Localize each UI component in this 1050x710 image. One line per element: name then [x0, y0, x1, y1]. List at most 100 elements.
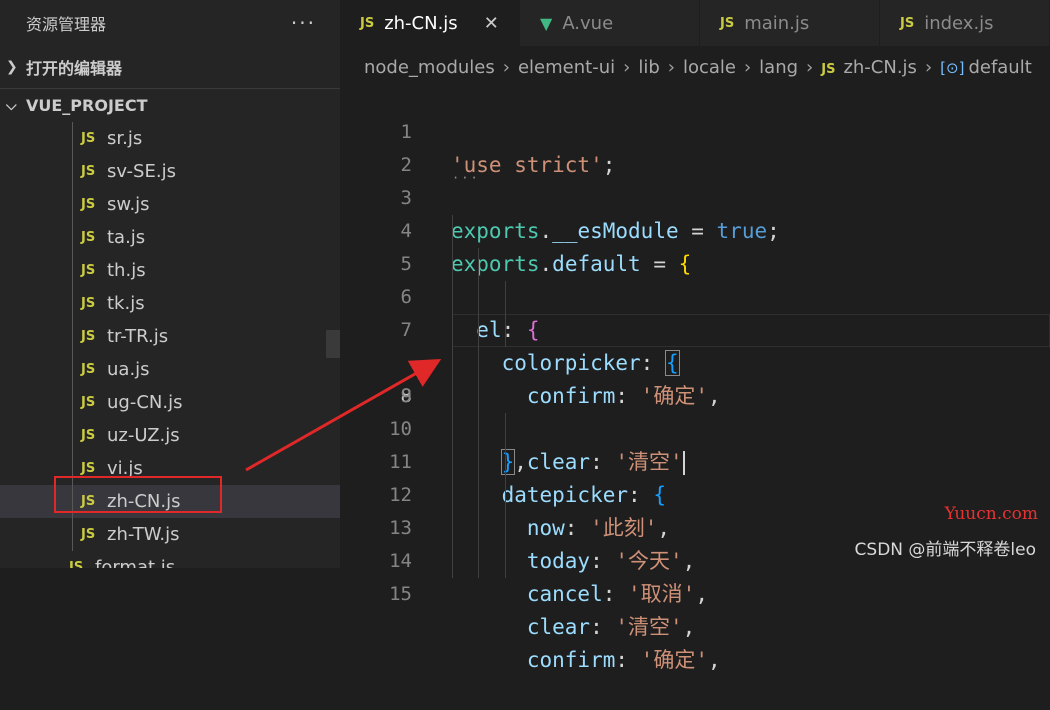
- code-line: 8 clear: '清空': [340, 314, 1050, 475]
- file-name: zh-CN.js: [107, 491, 181, 512]
- breadcrumb-item[interactable]: locale: [683, 57, 736, 78]
- indent-guide: [72, 485, 73, 518]
- tab-label: A.vue: [562, 12, 614, 34]
- sidebar-scrollbar[interactable]: [326, 330, 340, 358]
- explorer-title: 资源管理器: [26, 15, 107, 34]
- indent-guide: [72, 287, 73, 320]
- file-name: tk.js: [107, 293, 145, 314]
- file-tree: JS sr.js JS sv-SE.js JS sw.js JS ta.js JS th.js JS…: [0, 122, 340, 568]
- chevron-right-icon: ›: [806, 56, 814, 78]
- hint-dots: ···: [452, 171, 480, 185]
- breadcrumb-item[interactable]: JS zh-CN.js: [821, 57, 917, 78]
- file-name: ta.js: [107, 227, 146, 248]
- breadcrumb: node_modules › element-ui › lib › locale › lang ›…: [340, 46, 1050, 88]
- js-file-icon: JS: [81, 494, 96, 509]
- file-item[interactable]: JS sw.js: [0, 188, 340, 221]
- vue-file-icon: ▼: [540, 13, 553, 33]
- chevron-down-icon: ⌵: [6, 97, 17, 114]
- breadcrumb-label: lib: [638, 56, 660, 78]
- chevron-right-icon: ›: [924, 56, 933, 78]
- js-file-icon: JS: [81, 296, 96, 311]
- tab-zh-cn-js[interactable]: JS zh-CN.js ✕: [340, 0, 520, 46]
- file-name: sw.js: [107, 194, 150, 215]
- close-icon[interactable]: ✕: [484, 13, 499, 34]
- watermark-author: CSDN @前端不释卷leo: [854, 540, 1036, 560]
- file-name: ua.js: [107, 359, 150, 380]
- chevron-right-icon: ›: [502, 56, 510, 78]
- open-editors-section[interactable]: ❯ 打开的编辑器: [0, 46, 340, 88]
- indent-guide: [72, 353, 73, 386]
- indent-guide: [72, 122, 73, 155]
- file-name: ug-CN.js: [107, 392, 183, 413]
- file-name: sr.js: [107, 128, 143, 149]
- ellipsis-icon[interactable]: ···: [291, 11, 316, 35]
- code-line: 12 today: '今天',: [340, 446, 1050, 573]
- breadcrumb-item[interactable]: lang: [759, 57, 798, 78]
- file-item[interactable]: JS vi.js: [0, 452, 340, 485]
- project-section[interactable]: ⌵ VUE_PROJECT: [0, 88, 340, 122]
- code-line: 9 },: [340, 347, 1050, 475]
- file-name: sv-SE.js: [107, 161, 176, 182]
- current-line-highlight: [452, 314, 1050, 347]
- file-item[interactable]: JS zh-CN.js: [0, 485, 340, 518]
- file-item[interactable]: JS ua.js: [0, 353, 340, 386]
- file-item[interactable]: JS ta.js: [0, 221, 340, 254]
- code-line: 5 el: {: [340, 215, 1050, 342]
- indent-guide: [72, 320, 73, 353]
- js-file-icon: JS: [81, 461, 96, 476]
- file-item[interactable]: JS th.js: [0, 254, 340, 287]
- tab-main-js[interactable]: JS main.js: [700, 0, 880, 46]
- chevron-right-icon: ›: [743, 56, 752, 78]
- breadcrumb-item[interactable]: node_modules: [364, 57, 495, 78]
- editor-tabs: JS zh-CN.js ✕ ▼ A.vue JS main.js JS index.js: [340, 0, 1050, 46]
- line-number: 15: [389, 583, 412, 605]
- js-file-icon: JS: [360, 15, 375, 31]
- code-line: 10 datepicker: {: [340, 380, 1050, 507]
- js-file-icon: JS: [69, 560, 84, 568]
- code-editor[interactable]: 1 'use strict'; 2 3 exports.__esModule =…: [340, 83, 1050, 672]
- file-item[interactable]: JS sr.js: [0, 122, 340, 155]
- indent-guide: [72, 452, 73, 485]
- code-line: 6 colorpicker: {: [340, 248, 1050, 376]
- symbol-variable-icon: [⊙]: [940, 58, 965, 77]
- breadcrumb-item[interactable]: lib: [638, 57, 659, 78]
- tab-label: main.js: [744, 12, 810, 34]
- explorer-sidebar: 资源管理器 ··· ❯ 打开的编辑器 ⌵ VUE_PROJECT JS sr.js…: [0, 0, 340, 568]
- js-file-icon: JS: [81, 362, 96, 377]
- chevron-right-icon: ›: [623, 56, 631, 78]
- code-line: 13 cancel: '取消',: [340, 479, 1050, 606]
- file-item[interactable]: JS sv-SE.js: [0, 155, 340, 188]
- indent-guide: [72, 386, 73, 419]
- file-name: zh-TW.js: [107, 524, 180, 545]
- breadcrumb-label: lang: [759, 56, 799, 78]
- file-item[interactable]: JS zh-TW.js: [0, 518, 340, 551]
- file-name: tr-TR.js: [107, 326, 169, 347]
- chevron-right-icon: ❯: [6, 59, 18, 75]
- tab-a-vue[interactable]: ▼ A.vue: [520, 0, 700, 46]
- tab-label: zh-CN.js: [384, 12, 458, 34]
- breadcrumb-item[interactable]: [⊙] default: [940, 57, 1032, 78]
- code-line: 11 now: '此刻',: [340, 413, 1050, 540]
- indent-guide: [72, 518, 73, 551]
- file-item[interactable]: JS tr-TR.js: [0, 320, 340, 353]
- js-file-icon: JS: [81, 164, 96, 179]
- indent-guide: [72, 254, 73, 287]
- js-file-icon: JS: [81, 230, 96, 245]
- js-file-icon: JS: [821, 61, 836, 77]
- file-item[interactable]: JS ug-CN.js: [0, 386, 340, 419]
- indent-guide: [72, 188, 73, 221]
- file-name: format.js: [95, 557, 176, 568]
- file-item[interactable]: JS uz-UZ.js: [0, 419, 340, 452]
- js-file-icon: JS: [81, 527, 96, 542]
- file-item[interactable]: JS tk.js: [0, 287, 340, 320]
- tab-index-js[interactable]: JS index.js: [880, 0, 1050, 46]
- breadcrumb-label: zh-CN.js: [843, 56, 917, 78]
- file-item[interactable]: JS format.js: [0, 551, 340, 568]
- file-name: th.js: [107, 260, 146, 281]
- breadcrumb-item[interactable]: element-ui: [518, 57, 615, 78]
- js-file-icon: JS: [81, 197, 96, 212]
- explorer-header: 资源管理器 ···: [0, 0, 340, 46]
- code-line: 1 'use strict';: [340, 83, 1050, 177]
- indent-guide: [72, 221, 73, 254]
- js-file-icon: JS: [900, 15, 915, 31]
